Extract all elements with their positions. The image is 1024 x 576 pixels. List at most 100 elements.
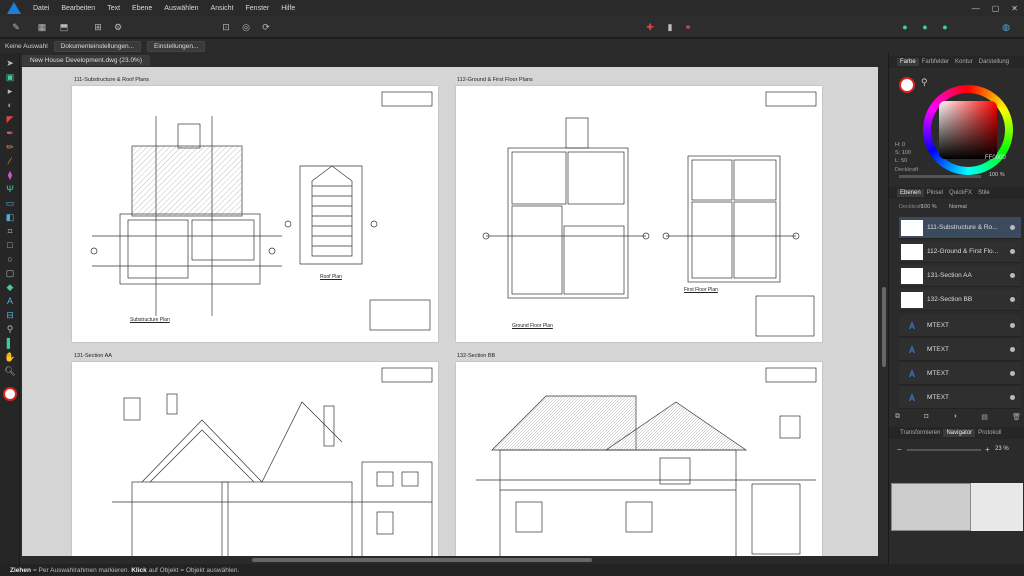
text-tool-icon[interactable]: A	[4, 295, 16, 307]
link-icon[interactable]: ⚭	[680, 19, 696, 35]
delete-layer-icon[interactable]: 🗑︎	[1012, 413, 1021, 423]
quick-action-1-icon[interactable]: ●	[897, 19, 913, 35]
tab-pinsel[interactable]: Pinsel	[924, 190, 946, 196]
assistant-icon[interactable]: ◍	[998, 19, 1014, 35]
layer-row[interactable]: A MTEXT	[899, 387, 1021, 409]
sheet-112[interactable]: Ground Floor Plan First Floor Plan	[456, 86, 822, 342]
layer-row[interactable]: A MTEXT	[899, 363, 1021, 385]
add-layer-icon[interactable]: ▤	[981, 413, 988, 423]
tab-farbfelder[interactable]: Farbfelder	[919, 59, 952, 65]
shape-tool-icon[interactable]: ◧	[4, 211, 16, 223]
layer-opacity[interactable]: 100 %	[921, 204, 937, 210]
visibility-icon[interactable]	[1010, 347, 1015, 352]
hex-value[interactable]: FF0000	[985, 155, 1006, 161]
saturation-square[interactable]	[939, 101, 997, 159]
visibility-icon[interactable]	[1010, 371, 1015, 376]
document-tab[interactable]: New House Development.dwg (23.0%)	[22, 55, 150, 66]
tab-darstellung[interactable]: Darstellung	[976, 59, 1012, 65]
quick-action-3-icon[interactable]: ●	[937, 19, 953, 35]
tab-farbe[interactable]: Farbe	[897, 58, 919, 66]
tab-stile[interactable]: Stile	[975, 190, 993, 196]
zoom-slider[interactable]	[907, 449, 981, 451]
visibility-icon[interactable]	[1010, 273, 1015, 278]
menu-hilfe[interactable]: Hilfe	[275, 5, 301, 12]
grid-icon[interactable]: ⊞	[90, 19, 106, 35]
navigator-viewport[interactable]	[891, 483, 971, 531]
visibility-icon[interactable]	[1010, 249, 1015, 254]
hand-tool-icon[interactable]: ✋	[4, 351, 16, 363]
layer-row[interactable]: 111-Substructure & Ro...	[899, 217, 1021, 239]
sheet-132[interactable]	[456, 362, 822, 556]
artboard-tool-icon[interactable]: ▣	[4, 71, 16, 83]
color-wheel[interactable]	[923, 85, 1013, 175]
menu-auswaehlen[interactable]: Auswählen	[158, 5, 204, 12]
layer-row[interactable]: 132-Section BB	[899, 289, 1021, 311]
minimize-icon[interactable]: —	[972, 4, 980, 13]
rotate-icon[interactable]: ⟳	[258, 19, 274, 35]
move-tool-icon[interactable]: ➤	[4, 57, 16, 69]
tab-protokoll[interactable]: Protokoll	[975, 430, 1004, 436]
tab-quickfx[interactable]: QuickFX	[946, 190, 975, 196]
opacity-slider[interactable]	[899, 175, 981, 178]
node-tool-icon[interactable]: ▸	[4, 85, 16, 97]
fill-tool-icon[interactable]: ◐	[4, 99, 16, 111]
insert-icon[interactable]: ▮	[662, 19, 678, 35]
visibility-icon[interactable]	[1010, 395, 1015, 400]
menu-ebene[interactable]: Ebene	[126, 5, 158, 12]
triangle-tool-icon[interactable]: ◆	[4, 281, 16, 293]
quick-action-2-icon[interactable]: ●	[917, 19, 933, 35]
snapping-icon[interactable]: ⚙	[110, 19, 126, 35]
tab-kontur[interactable]: Kontur	[952, 59, 976, 65]
document-settings-button[interactable]: Dokumenteinstellungen...	[53, 40, 141, 52]
maximize-icon[interactable]: ▢	[992, 4, 1000, 13]
horizontal-scrollbar[interactable]	[22, 557, 878, 563]
menu-fenster[interactable]: Fenster	[240, 5, 276, 12]
transparency-tool-icon[interactable]: ◤	[4, 113, 16, 125]
tab-ebenen[interactable]: Ebenen	[897, 189, 924, 197]
menu-bearbeiten[interactable]: Bearbeiten	[55, 5, 101, 12]
pixel-tool-icon[interactable]: Ψ	[4, 183, 16, 195]
layer-settings-icon[interactable]: ⧉	[895, 413, 900, 423]
layer-row[interactable]: A MTEXT	[899, 315, 1021, 337]
zoom-tool-icon[interactable]: 🔍︎	[4, 365, 16, 377]
menu-text[interactable]: Text	[101, 5, 126, 12]
opacity-value[interactable]: 100 %	[989, 172, 1005, 178]
eyedropper-tool-icon[interactable]: ⚲	[4, 323, 16, 335]
zoom-out-icon[interactable]: −	[897, 445, 902, 454]
vertical-scrollbar[interactable]	[881, 67, 887, 556]
fill-swatch[interactable]	[899, 77, 915, 93]
layer-row[interactable]: 131-Section AA	[899, 265, 1021, 287]
vertical-scroll-thumb[interactable]	[882, 287, 886, 367]
navigator-preview[interactable]	[891, 483, 1023, 531]
transform-icon[interactable]: ◎	[238, 19, 254, 35]
visibility-icon[interactable]	[1010, 225, 1015, 230]
close-icon[interactable]: ✕	[1011, 4, 1018, 13]
crop-tool-icon[interactable]: ⌗	[4, 225, 16, 237]
eyedropper-icon[interactable]: ⚲	[921, 77, 928, 88]
place-image-icon[interactable]: ▭	[4, 197, 16, 209]
tab-transformieren[interactable]: Transformieren	[897, 430, 943, 436]
persona-pixel-icon[interactable]: ▦	[34, 19, 50, 35]
settings-button[interactable]: Einstellungen...	[147, 40, 206, 52]
adjustment-icon[interactable]: ◑	[953, 413, 957, 423]
pen-icon[interactable]: ✚	[642, 19, 658, 35]
frame-text-tool-icon[interactable]: ⊟	[4, 309, 16, 321]
pencil-tool-icon[interactable]: ✏	[4, 141, 16, 153]
persona-designer-icon[interactable]: ✎	[8, 19, 24, 35]
add-mask-icon[interactable]: ◘	[924, 413, 928, 423]
rounded-rect-tool-icon[interactable]: ▢	[4, 267, 16, 279]
horizontal-scroll-thumb[interactable]	[252, 558, 592, 562]
persona-export-icon[interactable]: ⬒	[56, 19, 72, 35]
sheet-111[interactable]: Substructure Plan Roof Plan	[72, 86, 438, 342]
zoom-value[interactable]: 23 %	[995, 446, 1009, 452]
layer-row[interactable]: 112-Ground & First Flo...	[899, 241, 1021, 263]
align-icon[interactable]: ⊡	[218, 19, 234, 35]
visibility-icon[interactable]	[1010, 323, 1015, 328]
ellipse-tool-icon[interactable]: ○	[4, 253, 16, 265]
menu-datei[interactable]: Datei	[27, 5, 55, 12]
gradient-tool-icon[interactable]: ▌	[4, 337, 16, 349]
fill-stroke-swatch[interactable]	[3, 387, 17, 401]
layer-row[interactable]: A MTEXT	[899, 339, 1021, 361]
pen-tool-icon[interactable]: ✒	[4, 127, 16, 139]
zoom-in-icon[interactable]: +	[985, 445, 990, 454]
